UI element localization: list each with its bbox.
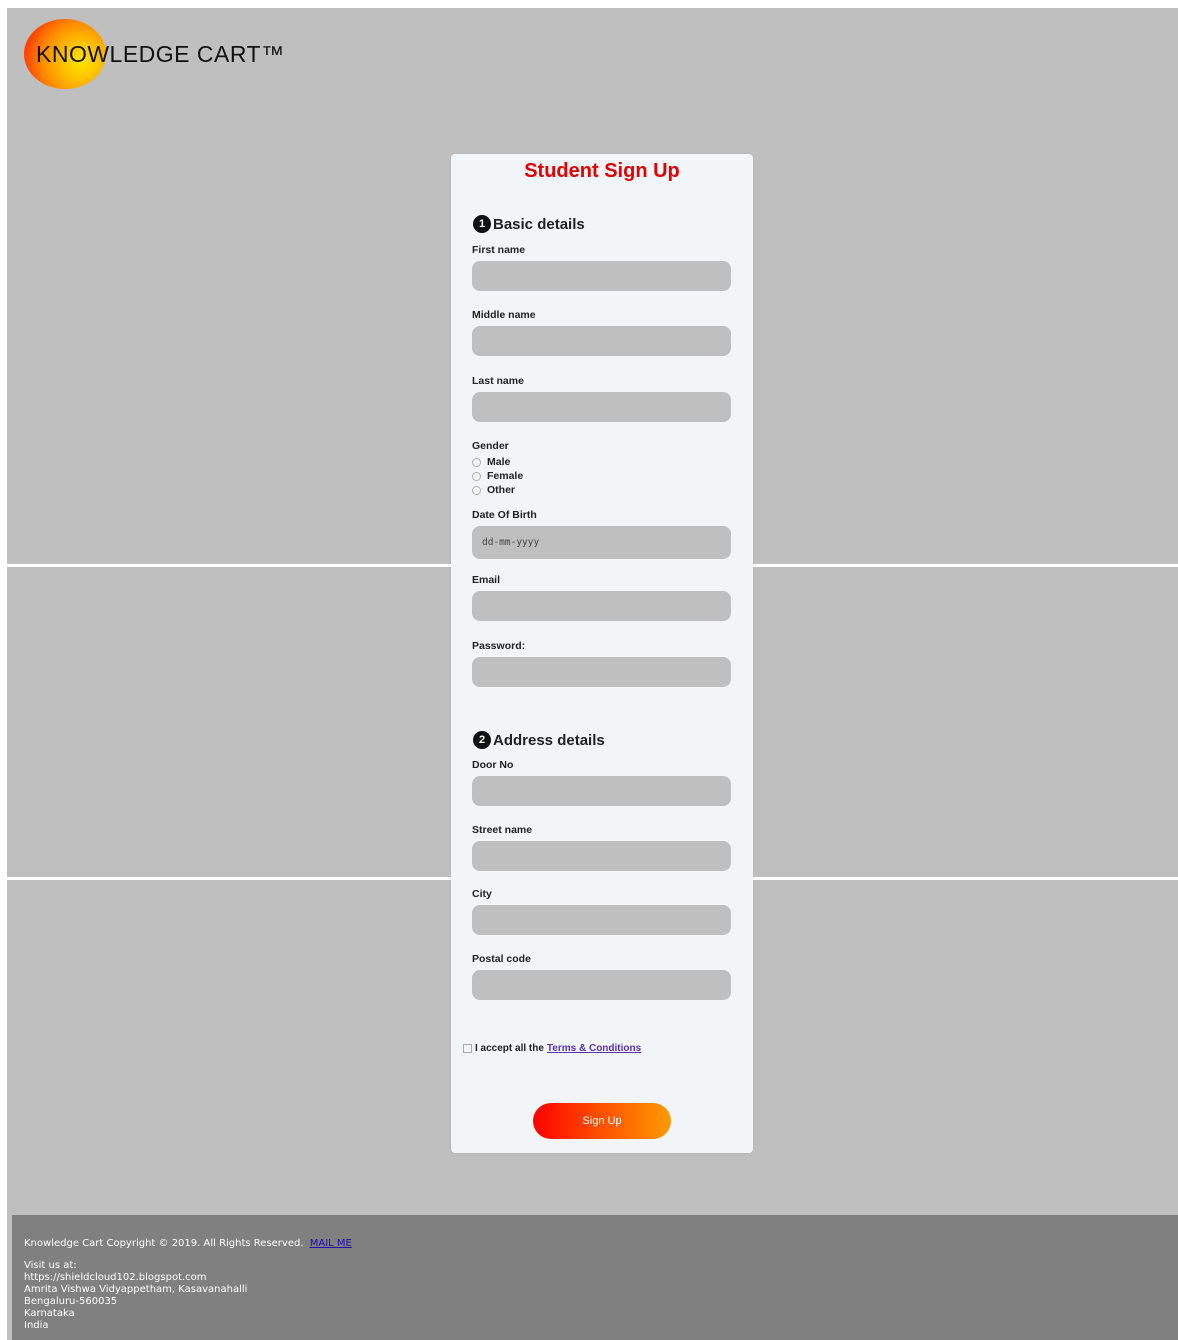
city-input[interactable]	[472, 905, 731, 935]
door-no-label: Door No	[472, 759, 514, 771]
email-label: Email	[472, 574, 501, 586]
footer: Knowledge Cart Copyright © 2019. All Rig…	[12, 1215, 1178, 1340]
section-title-basic: Basic details	[493, 215, 585, 233]
terms-text: I accept all the	[475, 1043, 544, 1054]
terms-row: I accept all the Terms & Conditions	[463, 1043, 641, 1054]
footer-address: Visit us at: https://shieldcloud102.blog…	[24, 1260, 247, 1332]
postal-code-label: Postal code	[472, 953, 531, 965]
password-input[interactable]	[472, 657, 731, 687]
step-1-icon: 1	[473, 215, 491, 233]
terms-checkbox[interactable]	[463, 1044, 472, 1053]
copyright-text: Knowledge Cart Copyright © 2019. All Rig…	[24, 1238, 304, 1249]
gender-radio-male[interactable]: Male	[472, 456, 510, 468]
footer-line: Amrita Vishwa Vidyappetham, Kasavanahall…	[24, 1284, 248, 1295]
radio-button[interactable]	[472, 471, 481, 481]
footer-line: Bengaluru-560035	[24, 1296, 118, 1307]
first-name-label: First name	[472, 244, 526, 256]
mail-me-link[interactable]: MAIL ME	[310, 1238, 352, 1249]
radio-button[interactable]	[472, 485, 481, 495]
section-basic-details: 1 Basic details	[473, 215, 585, 233]
password-label: Password:	[472, 640, 526, 652]
footer-copyright: Knowledge Cart Copyright © 2019. All Rig…	[24, 1238, 352, 1249]
gender-option-label: Other	[487, 484, 516, 496]
sign-up-button[interactable]: Sign Up	[533, 1103, 671, 1139]
street-name-label: Street name	[472, 824, 533, 836]
last-name-input[interactable]	[472, 392, 731, 422]
gender-radio-female[interactable]: Female	[472, 470, 523, 482]
middle-name-input[interactable]	[472, 326, 731, 356]
middle-name-label: Middle name	[472, 309, 536, 321]
footer-line: Visit us at:	[24, 1260, 77, 1271]
logo-text: KNOWLEDGE CART™	[36, 41, 285, 67]
footer-line: https://shieldcloud102.blogspot.com	[24, 1272, 207, 1283]
gender-label: Gender	[472, 440, 509, 452]
last-name-label: Last name	[472, 375, 524, 387]
gender-option-label: Female	[487, 470, 524, 482]
terms-link[interactable]: Terms & Conditions	[547, 1043, 641, 1054]
signup-card: Student Sign Up 1 Basic details First na…	[451, 154, 753, 1153]
brand-logo[interactable]: KNOWLEDGE CART™	[24, 19, 304, 89]
dob-input[interactable]: dd-mm-yyyy	[472, 526, 731, 559]
form-title: Student Sign Up	[524, 160, 680, 182]
step-2-icon: 2	[473, 731, 491, 749]
street-name-input[interactable]	[472, 841, 731, 871]
postal-code-input[interactable]	[472, 970, 731, 1000]
section-address-details: 2 Address details	[473, 731, 605, 749]
radio-button[interactable]	[472, 457, 481, 467]
first-name-input[interactable]	[472, 261, 731, 291]
dob-label: Date Of Birth	[472, 509, 537, 521]
city-label: City	[472, 888, 492, 900]
footer-line: Karnataka	[24, 1308, 75, 1319]
gender-option-label: Male	[487, 456, 511, 468]
section-title-address: Address details	[493, 731, 605, 749]
gender-radio-other[interactable]: Other	[472, 484, 515, 496]
door-no-input[interactable]	[472, 776, 731, 806]
footer-line: India	[24, 1320, 49, 1331]
email-input[interactable]	[472, 591, 731, 621]
